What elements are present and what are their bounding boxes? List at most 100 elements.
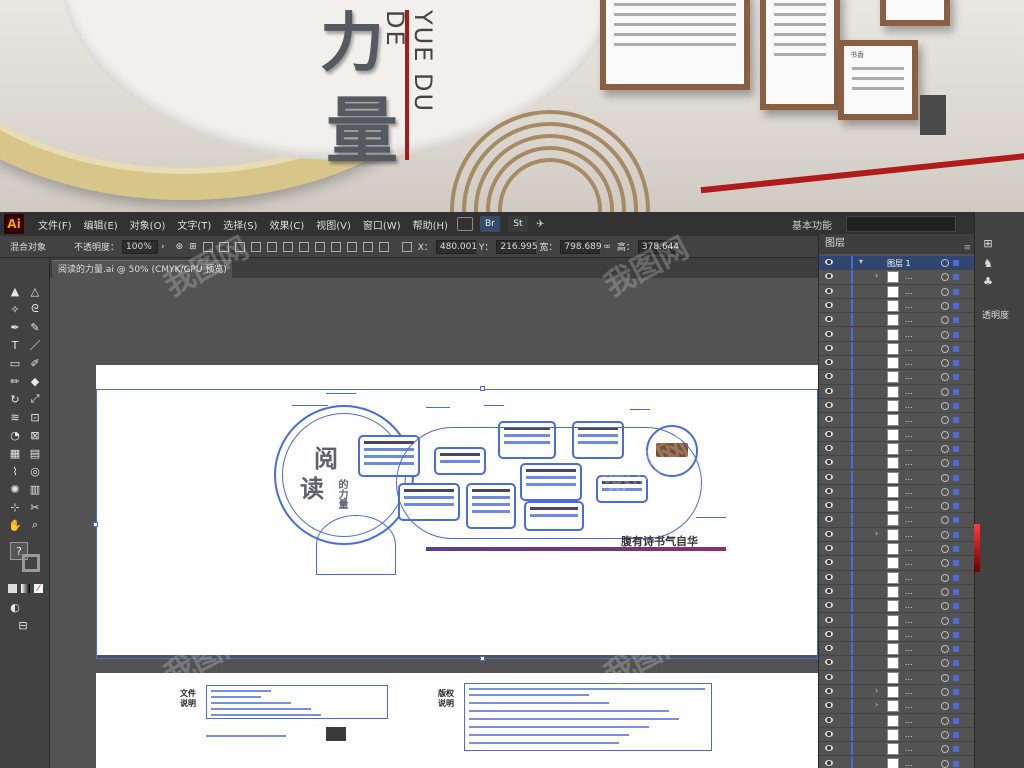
symbol-sprayer-tool-icon[interactable]: ✺ bbox=[8, 482, 22, 496]
layer-name[interactable]: ... bbox=[905, 573, 913, 582]
menu-help[interactable]: 帮助(H) bbox=[407, 217, 454, 232]
layer-name[interactable]: ... bbox=[905, 272, 913, 281]
brush-icon[interactable]: ♞ bbox=[981, 256, 995, 270]
selection-indicator[interactable] bbox=[953, 274, 959, 281]
selection-indicator[interactable] bbox=[953, 460, 959, 467]
selection-indicator[interactable] bbox=[953, 703, 959, 710]
target-icon[interactable] bbox=[941, 673, 949, 682]
line-tool-icon[interactable]: ／ bbox=[28, 338, 42, 352]
target-icon[interactable] bbox=[941, 645, 949, 654]
selection-indicator[interactable] bbox=[953, 631, 959, 638]
target-icon[interactable] bbox=[941, 716, 949, 725]
selection-indicator[interactable] bbox=[953, 574, 959, 581]
target-icon[interactable] bbox=[941, 273, 949, 282]
visibility-eye-icon[interactable] bbox=[825, 444, 833, 451]
symbols-icon[interactable]: ♣ bbox=[981, 274, 995, 288]
menu-object[interactable]: 对象(O) bbox=[124, 217, 172, 232]
distribute-right-icon[interactable] bbox=[378, 241, 389, 252]
distribute-hcenter-icon[interactable] bbox=[362, 241, 373, 252]
shaper-tool-icon[interactable]: ✏ bbox=[8, 374, 22, 388]
visibility-eye-icon[interactable] bbox=[825, 344, 833, 351]
layer-row[interactable]: ... bbox=[819, 470, 975, 485]
target-icon[interactable] bbox=[941, 301, 949, 310]
target-icon[interactable] bbox=[941, 416, 949, 425]
layer-name[interactable]: ... bbox=[905, 616, 913, 625]
target-icon[interactable] bbox=[941, 659, 949, 668]
target-icon[interactable] bbox=[941, 473, 949, 482]
selection-indicator[interactable] bbox=[953, 760, 959, 767]
visibility-eye-icon[interactable] bbox=[825, 516, 833, 523]
layer-row[interactable]: ... bbox=[819, 542, 975, 557]
target-icon[interactable] bbox=[941, 444, 949, 453]
visibility-eye-icon[interactable] bbox=[825, 287, 833, 294]
layer-row[interactable]: ... bbox=[819, 284, 975, 299]
menu-window[interactable]: 窗口(W) bbox=[357, 217, 407, 232]
document-tab[interactable]: 阅读的力量.ai @ 50% (CMYK/GPU 预览) × bbox=[52, 260, 232, 293]
selection-handle-left[interactable] bbox=[93, 522, 98, 527]
reference-point-icon[interactable] bbox=[401, 241, 412, 252]
layer-row[interactable]: ... bbox=[819, 356, 975, 371]
width-field[interactable]: 798.689 bbox=[560, 239, 602, 254]
layer-row[interactable]: ... bbox=[819, 313, 975, 328]
target-icon[interactable] bbox=[941, 287, 949, 296]
layer-name[interactable]: ... bbox=[905, 515, 913, 524]
selection-indicator[interactable] bbox=[953, 302, 959, 309]
properties-icon[interactable]: ⊞ bbox=[981, 236, 995, 250]
layer-name[interactable]: ... bbox=[905, 544, 913, 553]
visibility-eye-icon[interactable] bbox=[825, 402, 833, 408]
selection-indicator[interactable] bbox=[953, 331, 959, 338]
target-icon[interactable] bbox=[941, 402, 949, 410]
distribute-bottom-icon[interactable] bbox=[330, 241, 341, 252]
selection-indicator[interactable] bbox=[953, 689, 959, 695]
warp-tool-icon[interactable]: ≋ bbox=[8, 410, 22, 424]
pen-tool-icon[interactable]: ✒ bbox=[8, 320, 22, 334]
opacity-arrow-icon[interactable]: › bbox=[161, 242, 165, 252]
search-input[interactable] bbox=[846, 216, 956, 232]
menu-type[interactable]: 文字(T) bbox=[171, 217, 217, 232]
selection-indicator[interactable] bbox=[953, 617, 959, 624]
select-similar-icon[interactable]: ⊞ bbox=[189, 242, 197, 252]
selection-indicator[interactable] bbox=[953, 546, 959, 552]
selection-indicator[interactable] bbox=[953, 746, 959, 753]
visibility-eye-icon[interactable] bbox=[825, 259, 833, 265]
layer-row[interactable]: ... bbox=[819, 656, 975, 671]
layer-name[interactable]: ... bbox=[905, 530, 913, 539]
visibility-eye-icon[interactable] bbox=[825, 416, 833, 423]
selection-indicator[interactable] bbox=[953, 345, 959, 352]
visibility-eye-icon[interactable] bbox=[825, 359, 833, 366]
target-icon[interactable] bbox=[941, 545, 949, 553]
artboard-tool-icon[interactable]: ⊹ bbox=[8, 500, 22, 514]
selection-indicator[interactable] bbox=[953, 431, 959, 438]
layer-name[interactable]: ... bbox=[905, 387, 913, 396]
rotate-tool-icon[interactable]: ↻ bbox=[8, 392, 22, 406]
visibility-eye-icon[interactable] bbox=[825, 301, 833, 308]
canvas-area[interactable]: 阅 读 的力量 腹有诗书气自华 文件 说明 版权 说明 bbox=[50, 278, 818, 768]
selection-tool-icon[interactable]: ▲ bbox=[8, 284, 22, 298]
layer-name[interactable]: ... bbox=[905, 287, 913, 296]
layer-name[interactable]: ... bbox=[905, 687, 913, 696]
layer-name[interactable]: ... bbox=[905, 315, 913, 324]
selection-indicator[interactable] bbox=[953, 388, 959, 395]
blend-tool-icon[interactable]: ◎ bbox=[28, 464, 42, 478]
layer-row[interactable]: ... bbox=[819, 441, 975, 457]
layer-name[interactable]: ... bbox=[905, 430, 913, 439]
target-icon[interactable] bbox=[941, 559, 949, 568]
visibility-eye-icon[interactable] bbox=[825, 430, 833, 437]
selection-bounding-box[interactable] bbox=[96, 389, 818, 659]
layer-row[interactable]: ... bbox=[819, 584, 975, 600]
align-bottom-icon[interactable] bbox=[282, 241, 293, 252]
layer-row[interactable]: ... bbox=[819, 727, 975, 743]
perspective-grid-tool-icon[interactable]: ⊠ bbox=[28, 428, 42, 442]
expand-icon[interactable]: ▾ bbox=[859, 257, 863, 266]
expand-icon[interactable]: › bbox=[875, 686, 878, 695]
layer-row[interactable]: ... bbox=[819, 742, 975, 757]
target-icon[interactable] bbox=[941, 745, 949, 754]
draw-mode-icon[interactable]: ◐ bbox=[8, 600, 22, 614]
graph-tool-icon[interactable]: ▥ bbox=[28, 482, 42, 496]
artboard-notes[interactable]: 文件 说明 版权 说明 bbox=[96, 673, 818, 768]
selection-indicator[interactable] bbox=[953, 603, 959, 610]
distribute-top-icon[interactable] bbox=[298, 241, 309, 252]
layer-row[interactable]: ›... bbox=[819, 270, 975, 285]
layer-name[interactable]: ... bbox=[905, 473, 913, 482]
target-icon[interactable] bbox=[941, 530, 949, 539]
